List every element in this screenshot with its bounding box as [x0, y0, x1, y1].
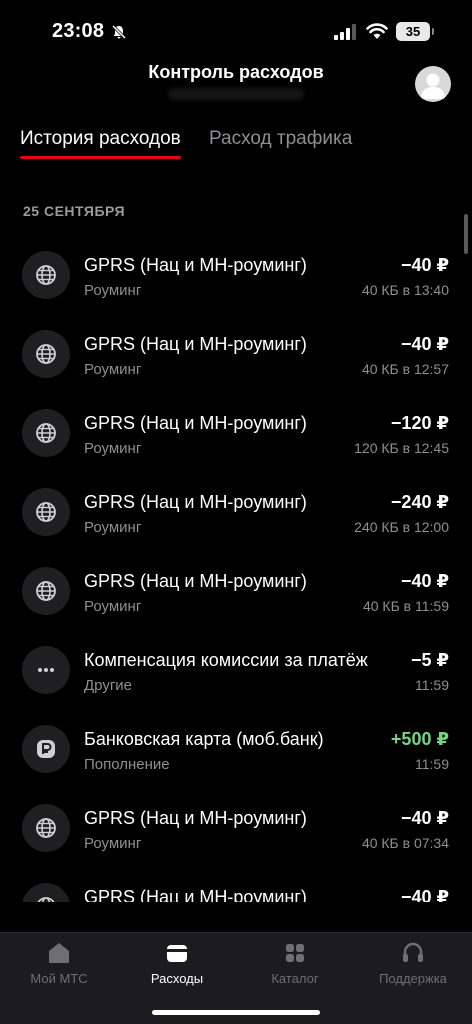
transaction-row[interactable]: GPRS (Нац и МН-роуминг) Роуминг −40 ₽ 40… [0, 793, 472, 872]
transaction-name: Компенсация комиссии за платёж [84, 650, 368, 670]
transaction-name: GPRS (Нац и МН-роуминг) [84, 492, 307, 512]
transaction-category: Роуминг [84, 440, 142, 457]
transaction-name: GPRS (Нац и МН-роуминг) [84, 808, 307, 828]
transaction-row[interactable]: GPRS (Нац и МН-роуминг) Роуминг −40 ₽ 40… [0, 319, 472, 398]
transaction-name: GPRS (Нац и МН-роуминг) [84, 334, 307, 354]
avatar[interactable] [415, 66, 451, 102]
status-bar: 23:08 35 [0, 0, 472, 62]
transaction-detail: 11:59 [415, 756, 449, 772]
tab-spending-history[interactable]: История расходов [20, 128, 181, 150]
bell-muted-icon [111, 24, 127, 40]
transaction-amount: −240 ₽ [390, 492, 449, 512]
globe-icon [36, 265, 56, 285]
nav-item-catalog[interactable]: Каталог [236, 933, 354, 1003]
grid-icon [286, 944, 304, 962]
nav-item-expenses[interactable]: Расходы [118, 933, 236, 1003]
transaction-category: Роуминг [84, 519, 142, 536]
transaction-icon-badge [22, 883, 70, 902]
transaction-row[interactable]: GPRS (Нац и МН-роуминг) Роуминг −40 ₽ 40… [0, 556, 472, 635]
transaction-row[interactable]: GPRS (Нац и МН-роуминг) Роуминг −120 ₽ 1… [0, 398, 472, 477]
date-section-header: 25 СЕНТЯБРЯ [23, 203, 126, 219]
transaction-icon-badge [22, 251, 70, 299]
blurred-subtitle [168, 88, 304, 100]
transaction-category: Пополнение [84, 756, 170, 773]
transaction-name: GPRS (Нац и МН-роуминг) [84, 571, 307, 591]
globe-icon [36, 502, 56, 522]
transaction-category: Роуминг [84, 361, 142, 378]
transaction-amount: −120 ₽ [390, 413, 449, 433]
transaction-category: Роуминг [84, 835, 142, 852]
transaction-icon-badge [22, 646, 70, 694]
battery-indicator: 35 [396, 22, 434, 41]
transaction-row[interactable]: Банковская карта (моб.банк) Пополнение +… [0, 714, 472, 793]
transaction-icon-badge [22, 330, 70, 378]
transaction-name: GPRS (Нац и МН-роуминг) [84, 887, 307, 902]
page-title: Контроль расходов [148, 62, 324, 82]
transaction-detail: 40 КБ в 12:57 [361, 361, 449, 377]
tab-bar: История расходов Расход трафика [0, 120, 472, 164]
active-tab-indicator [20, 156, 181, 159]
wifi-icon [366, 23, 388, 39]
cellular-signal-icon [334, 24, 356, 40]
home-indicator[interactable] [152, 1010, 320, 1015]
nav-label: Мой МТС [30, 971, 88, 986]
transaction-detail: 240 КБ в 12:00 [354, 519, 449, 535]
nav-item-my-mts[interactable]: Мой МТС [0, 933, 118, 1003]
transaction-row[interactable]: GPRS (Нац и МН-роуминг) Роуминг −240 ₽ 2… [0, 477, 472, 556]
transaction-detail: 11:59 [415, 677, 449, 693]
home-icon [49, 943, 69, 963]
tab-traffic-usage[interactable]: Расход трафика [209, 128, 352, 150]
globe-icon [37, 897, 55, 902]
status-time: 23:08 [52, 20, 105, 42]
transaction-category: Роуминг [84, 598, 142, 615]
user-icon [421, 73, 445, 99]
transaction-row[interactable]: GPRS (Нац и МН-роуминг) −40 ₽ [0, 872, 472, 902]
transaction-amount: −40 ₽ [400, 334, 449, 354]
globe-icon [36, 581, 56, 601]
nav-label: Расходы [150, 971, 204, 986]
nav-label: Каталог [271, 971, 319, 986]
transaction-list: GPRS (Нац и МН-роуминг) Роуминг −40 ₽ 40… [0, 240, 472, 902]
globe-icon [36, 818, 56, 838]
transaction-amount: −5 ₽ [410, 650, 449, 670]
transaction-icon-badge [22, 725, 70, 773]
transaction-icon-badge [22, 409, 70, 457]
wallet-icon [167, 945, 187, 962]
transaction-amount: −40 ₽ [400, 571, 449, 591]
transaction-row[interactable]: GPRS (Нац и МН-роуминг) Роуминг −40 ₽ 40… [0, 240, 472, 319]
headset-icon [403, 942, 423, 962]
transaction-name: Банковская карта (моб.банк) [84, 729, 324, 749]
transaction-name: GPRS (Нац и МН-роуминг) [84, 255, 307, 275]
transaction-amount: +500 ₽ [390, 729, 449, 749]
transaction-amount: −40 ₽ [400, 255, 449, 275]
globe-icon [36, 344, 56, 364]
transaction-name: GPRS (Нац и МН-роуминг) [84, 413, 307, 433]
transaction-icon-badge [22, 567, 70, 615]
transaction-detail: 40 КБ в 11:59 [362, 598, 449, 614]
transaction-row[interactable]: Компенсация комиссии за платёж Другие −5… [0, 635, 472, 714]
transaction-icon-badge [22, 804, 70, 852]
transaction-category: Роуминг [84, 282, 142, 299]
transaction-amount: −40 ₽ [400, 887, 449, 902]
transaction-icon-badge [22, 488, 70, 536]
more-dots-icon [38, 668, 54, 672]
bank-card-icon [37, 740, 55, 758]
transaction-category: Другие [84, 677, 133, 694]
globe-icon [36, 423, 56, 443]
transaction-amount: −40 ₽ [400, 808, 449, 828]
transaction-detail: 40 КБ в 13:40 [361, 282, 449, 298]
nav-label: Поддержка [379, 971, 447, 986]
transaction-detail: 120 КБ в 12:45 [354, 440, 449, 456]
page-header: Контроль расходов [0, 56, 472, 116]
transaction-detail: 40 КБ в 07:34 [361, 835, 449, 851]
nav-item-support[interactable]: Поддержка [354, 933, 472, 1003]
